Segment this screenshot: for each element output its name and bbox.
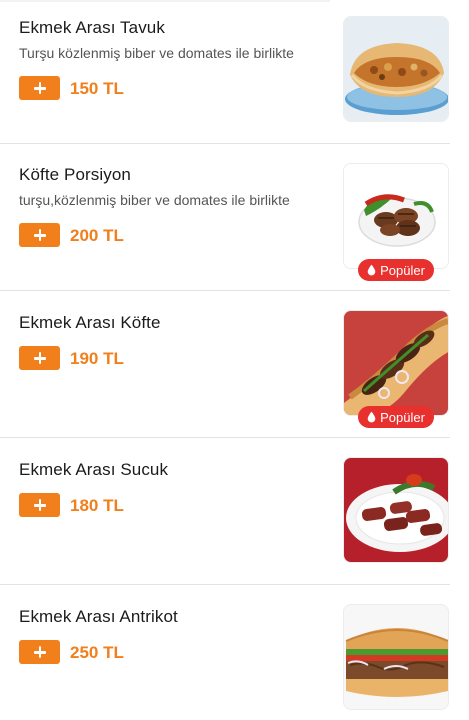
add-to-cart-button[interactable] [19, 346, 60, 370]
chicken-sandwich-image[interactable] [343, 16, 449, 122]
popular-badge-label: Popüler [380, 409, 425, 425]
flame-icon [367, 264, 376, 276]
divider [0, 290, 450, 291]
divider [0, 437, 450, 438]
plus-icon [33, 499, 46, 511]
flame-icon [367, 411, 376, 423]
popular-badge: Popüler [358, 406, 434, 428]
kofte-sandwich-image[interactable] [343, 310, 449, 416]
item-price: 180 TL [70, 496, 124, 515]
plus-icon [33, 646, 46, 658]
item-price: 250 TL [70, 643, 124, 662]
menu-item[interactable]: Ekmek Arası Köfte 190 TL Popüler [0, 294, 469, 441]
popular-badge: Popüler [358, 259, 434, 281]
add-to-cart-button[interactable] [19, 223, 60, 247]
add-to-cart-button[interactable] [19, 493, 60, 517]
item-title: Köfte Porsiyon [19, 165, 131, 184]
item-description: Turşu közlenmiş biber ve domates ile bir… [19, 45, 294, 61]
menu-item[interactable]: Ekmek Arası Tavuk Turşu közlenmiş biber … [0, 0, 469, 147]
plus-icon [33, 352, 46, 364]
menu-item[interactable]: Ekmek Arası Antrikot 250 TL [0, 588, 469, 720]
add-to-cart-button[interactable] [19, 640, 60, 664]
item-title: Ekmek Arası Antrikot [19, 607, 178, 626]
divider [0, 143, 450, 144]
item-title: Ekmek Arası Sucuk [19, 460, 169, 479]
antrikot-sandwich-image[interactable] [343, 604, 449, 710]
add-to-cart-button[interactable] [19, 76, 60, 100]
item-title: Ekmek Arası Köfte [19, 313, 161, 332]
item-price: 190 TL [70, 349, 124, 368]
sucuk-plate-image[interactable] [343, 457, 449, 563]
menu-item[interactable]: Ekmek Arası Sucuk 180 TL [0, 441, 469, 588]
item-title: Ekmek Arası Tavuk [19, 18, 165, 37]
plus-icon [33, 82, 46, 94]
item-description: turşu,közlenmiş biber ve domates ile bir… [19, 192, 290, 208]
popular-badge-label: Popüler [380, 262, 425, 278]
item-price: 150 TL [70, 79, 124, 98]
menu-item[interactable]: Köfte Porsiyon turşu,közlenmiş biber ve … [0, 147, 469, 294]
divider [0, 584, 450, 585]
item-price: 200 TL [70, 226, 124, 245]
plus-icon [33, 229, 46, 241]
kofte-plate-image[interactable] [343, 163, 449, 269]
